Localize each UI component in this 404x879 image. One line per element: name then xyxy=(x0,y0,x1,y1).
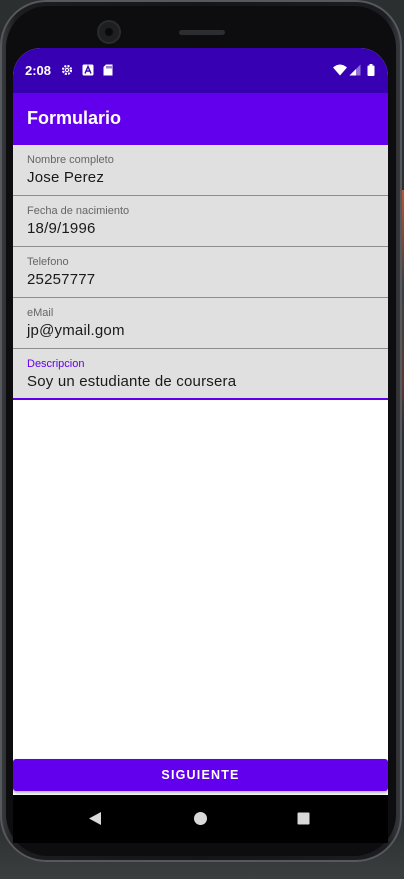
name-field[interactable]: Nombre completo Jose Perez xyxy=(13,145,388,196)
wifi-icon xyxy=(333,64,347,76)
email-field-label: eMail xyxy=(27,307,54,319)
front-camera xyxy=(99,22,119,42)
battery-icon xyxy=(367,64,375,76)
email-field[interactable]: eMail jp@ymail.gom xyxy=(13,298,388,349)
next-button[interactable]: SIGUIENTE xyxy=(13,759,388,791)
description-field-label: Descripcion xyxy=(27,358,85,370)
status-bar: 2:08 xyxy=(13,48,388,93)
gear-icon xyxy=(61,64,73,76)
signal-icon xyxy=(349,64,361,76)
phone-field-label: Telefono xyxy=(27,256,69,268)
sd-card-icon xyxy=(103,64,113,76)
navigation-bar xyxy=(13,795,388,843)
phone-field-value[interactable]: 25257777 xyxy=(27,271,95,288)
app-bar: Formulario xyxy=(13,93,388,145)
status-time: 2:08 xyxy=(25,63,52,78)
birthdate-field[interactable]: Fecha de nacimiento 18/9/1996 xyxy=(13,196,388,247)
description-field-value[interactable]: Soy un estudiante de coursera xyxy=(27,373,236,390)
name-field-label: Nombre completo xyxy=(27,154,114,166)
email-field-value[interactable]: jp@ymail.gom xyxy=(27,322,125,339)
home-icon[interactable] xyxy=(193,811,208,826)
a-badge-icon xyxy=(82,64,94,76)
device-screen: 2:08 Formulario Nombre completo Jose Per… xyxy=(13,48,388,795)
birthdate-field-label: Fecha de nacimiento xyxy=(27,205,130,217)
description-field[interactable]: Descripcion Soy un estudiante de courser… xyxy=(13,349,388,400)
page-title: Formulario xyxy=(27,108,122,128)
birthdate-field-value[interactable]: 18/9/1996 xyxy=(27,220,96,237)
earpiece-speaker xyxy=(179,30,225,35)
form: Nombre completo Jose Perez Fecha de naci… xyxy=(13,145,388,400)
back-icon[interactable] xyxy=(88,811,102,826)
phone-field[interactable]: Telefono 25257777 xyxy=(13,247,388,298)
recents-icon[interactable] xyxy=(297,812,310,825)
name-field-value[interactable]: Jose Perez xyxy=(27,169,104,186)
